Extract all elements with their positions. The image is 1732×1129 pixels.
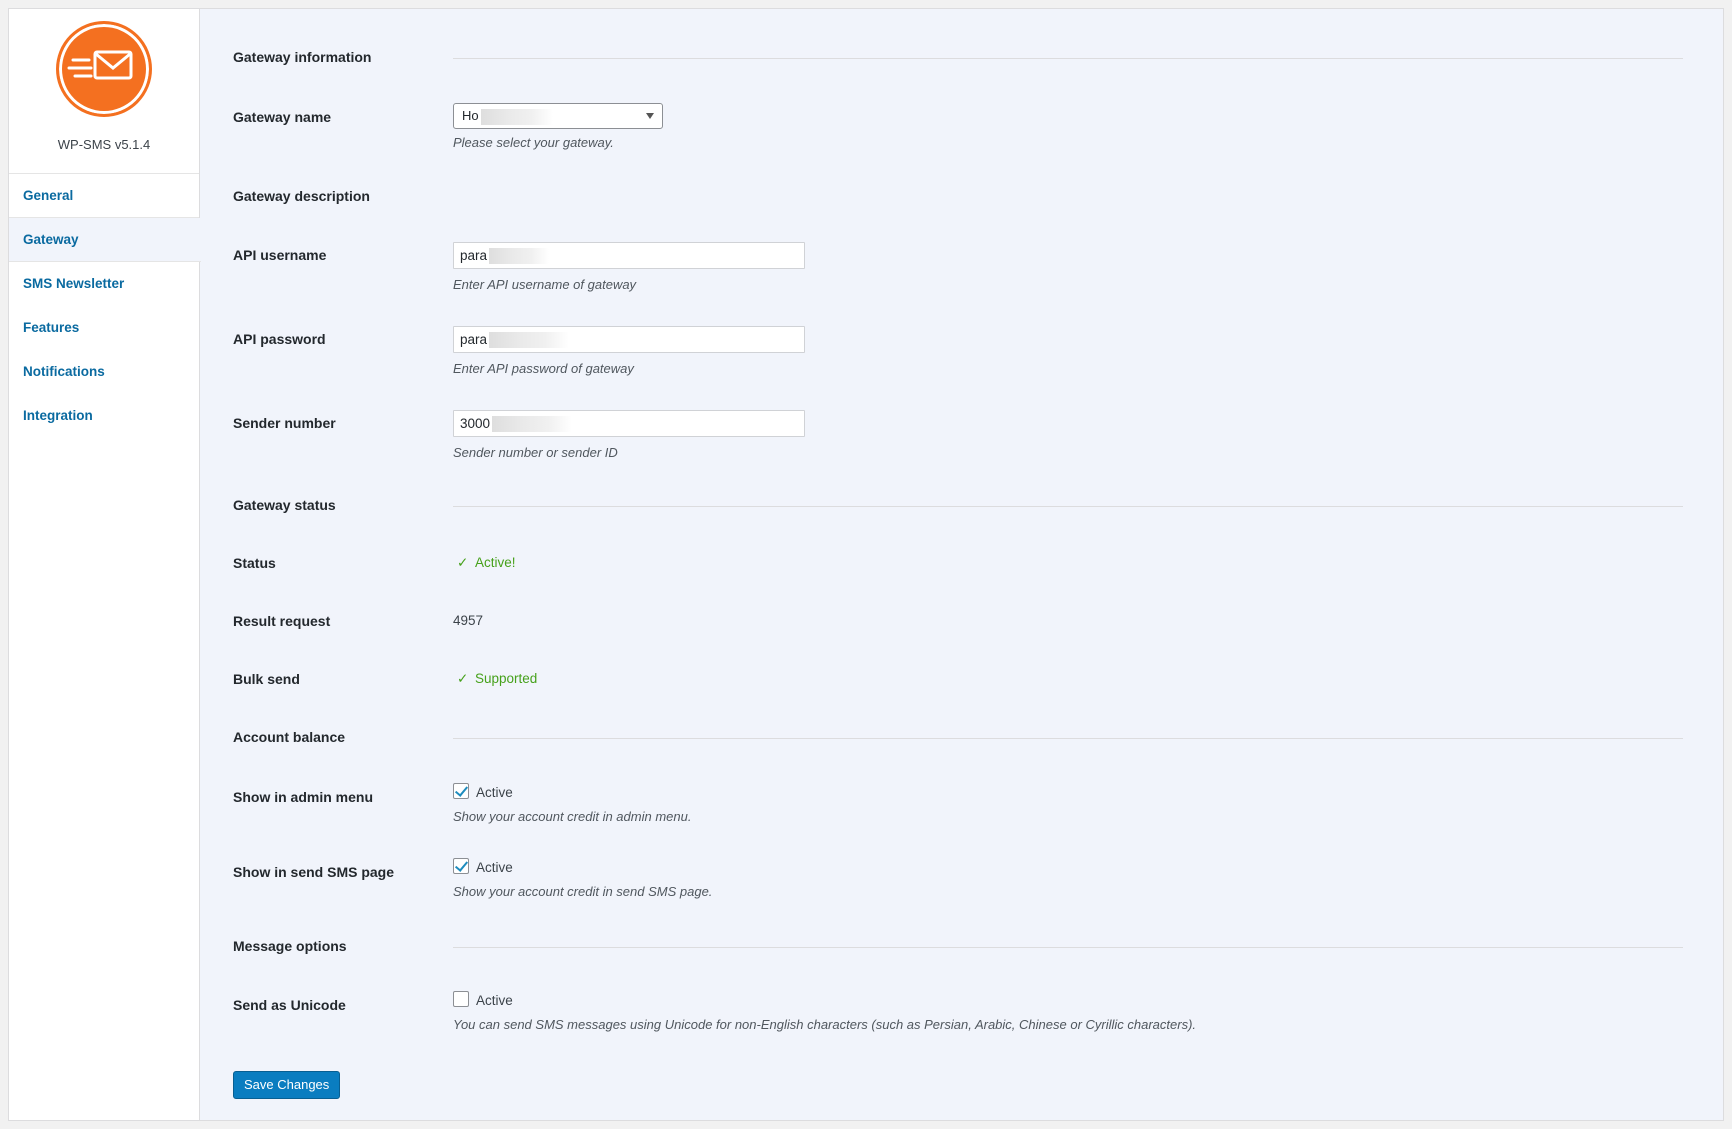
api-username-input[interactable]: para [453, 242, 805, 269]
field-label: Show in admin menu [233, 789, 374, 805]
sidebar-item-general[interactable]: General [9, 174, 199, 218]
field-label: Send as Unicode [233, 997, 346, 1013]
checkmark-icon: ✓ [457, 671, 469, 686]
show-send-page-checkbox[interactable] [453, 858, 469, 875]
sidebar-item-gateway[interactable]: Gateway [9, 218, 201, 262]
gateway-select-value: Ho [462, 108, 479, 123]
status-text: Active! [475, 555, 516, 570]
plugin-version: WP-SMS v5.1.4 [57, 137, 151, 152]
section-heading: Gateway status [233, 497, 336, 513]
result-request-value: 4957 [453, 613, 484, 628]
api-password-input[interactable]: para [453, 326, 805, 353]
status-value: ✓ Active! [457, 555, 516, 571]
sidebar-item-notifications[interactable]: Notifications [9, 350, 199, 394]
field-label: Show in send SMS page [233, 864, 395, 880]
section-heading: Account balance [233, 729, 346, 745]
section-divider [453, 947, 1683, 948]
field-description: Show your account credit in send SMS pag… [453, 884, 713, 899]
field-label: API password [233, 331, 326, 347]
bulk-send-text: Supported [475, 671, 538, 686]
field-label: Result request [233, 613, 331, 629]
field-description: Show your account credit in admin menu. [453, 809, 692, 824]
sidebar-item-sms-newsletter[interactable]: SMS Newsletter [9, 262, 199, 306]
section-heading: Gateway description [233, 188, 370, 204]
redacted-mask [492, 416, 573, 433]
checkbox-label: Active [476, 993, 513, 1008]
settings-window: WP-SMS v5.1.4 General Gateway SMS Newsle… [8, 8, 1724, 1121]
field-description: Enter API username of gateway [453, 277, 637, 292]
show-send-page-option[interactable]: Active [453, 858, 513, 876]
row-gateway-name: Gateway name Ho Please select your gatew… [233, 103, 1693, 150]
api-username-value: para [460, 248, 488, 263]
section-divider [453, 58, 1683, 59]
settings-form: Gateway information Gateway name Ho Plea… [233, 9, 1723, 1120]
show-admin-menu-option[interactable]: Active [453, 783, 513, 801]
field-description: You can send SMS messages using Unicode … [453, 1017, 1197, 1032]
send-unicode-option[interactable]: Active [453, 991, 513, 1009]
checkmark-icon: ✓ [457, 555, 469, 570]
section-divider [453, 738, 1683, 739]
save-changes-button[interactable]: Save Changes [233, 1071, 341, 1099]
bulk-send-value: ✓ Supported [457, 671, 537, 687]
section-heading: Message options [233, 938, 347, 954]
sidebar-item-features[interactable]: Features [9, 306, 199, 350]
field-label: Sender number [233, 415, 336, 431]
envelope-fast-icon [56, 21, 152, 117]
show-admin-menu-checkbox[interactable] [453, 783, 469, 800]
field-description: Sender number or sender ID [453, 445, 618, 460]
gateway-select[interactable]: Ho [453, 103, 663, 129]
redacted-mask [489, 332, 570, 349]
redacted-mask [489, 248, 550, 265]
checkbox-label: Active [476, 860, 513, 875]
section-divider [453, 506, 1683, 507]
sender-number-value: 3000 [460, 416, 491, 431]
logo-block: WP-SMS v5.1.4 [9, 9, 199, 174]
sidebar-item-integration[interactable]: Integration [9, 394, 199, 438]
field-description: Please select your gateway. [453, 135, 614, 150]
sidebar: WP-SMS v5.1.4 General Gateway SMS Newsle… [9, 9, 201, 1120]
sender-number-input[interactable]: 3000 [453, 410, 805, 437]
checkbox-label: Active [476, 785, 513, 800]
redacted-mask [480, 108, 553, 125]
triangle-down-icon [646, 113, 654, 119]
api-password-value: para [460, 332, 488, 347]
field-label: Gateway name [233, 109, 332, 125]
section-heading: Gateway information [233, 49, 372, 65]
send-unicode-checkbox[interactable] [453, 991, 469, 1008]
field-label: Status [233, 555, 276, 571]
field-label: API username [233, 247, 327, 263]
field-label: Bulk send [233, 671, 300, 687]
field-description: Enter API password of gateway [453, 361, 634, 376]
